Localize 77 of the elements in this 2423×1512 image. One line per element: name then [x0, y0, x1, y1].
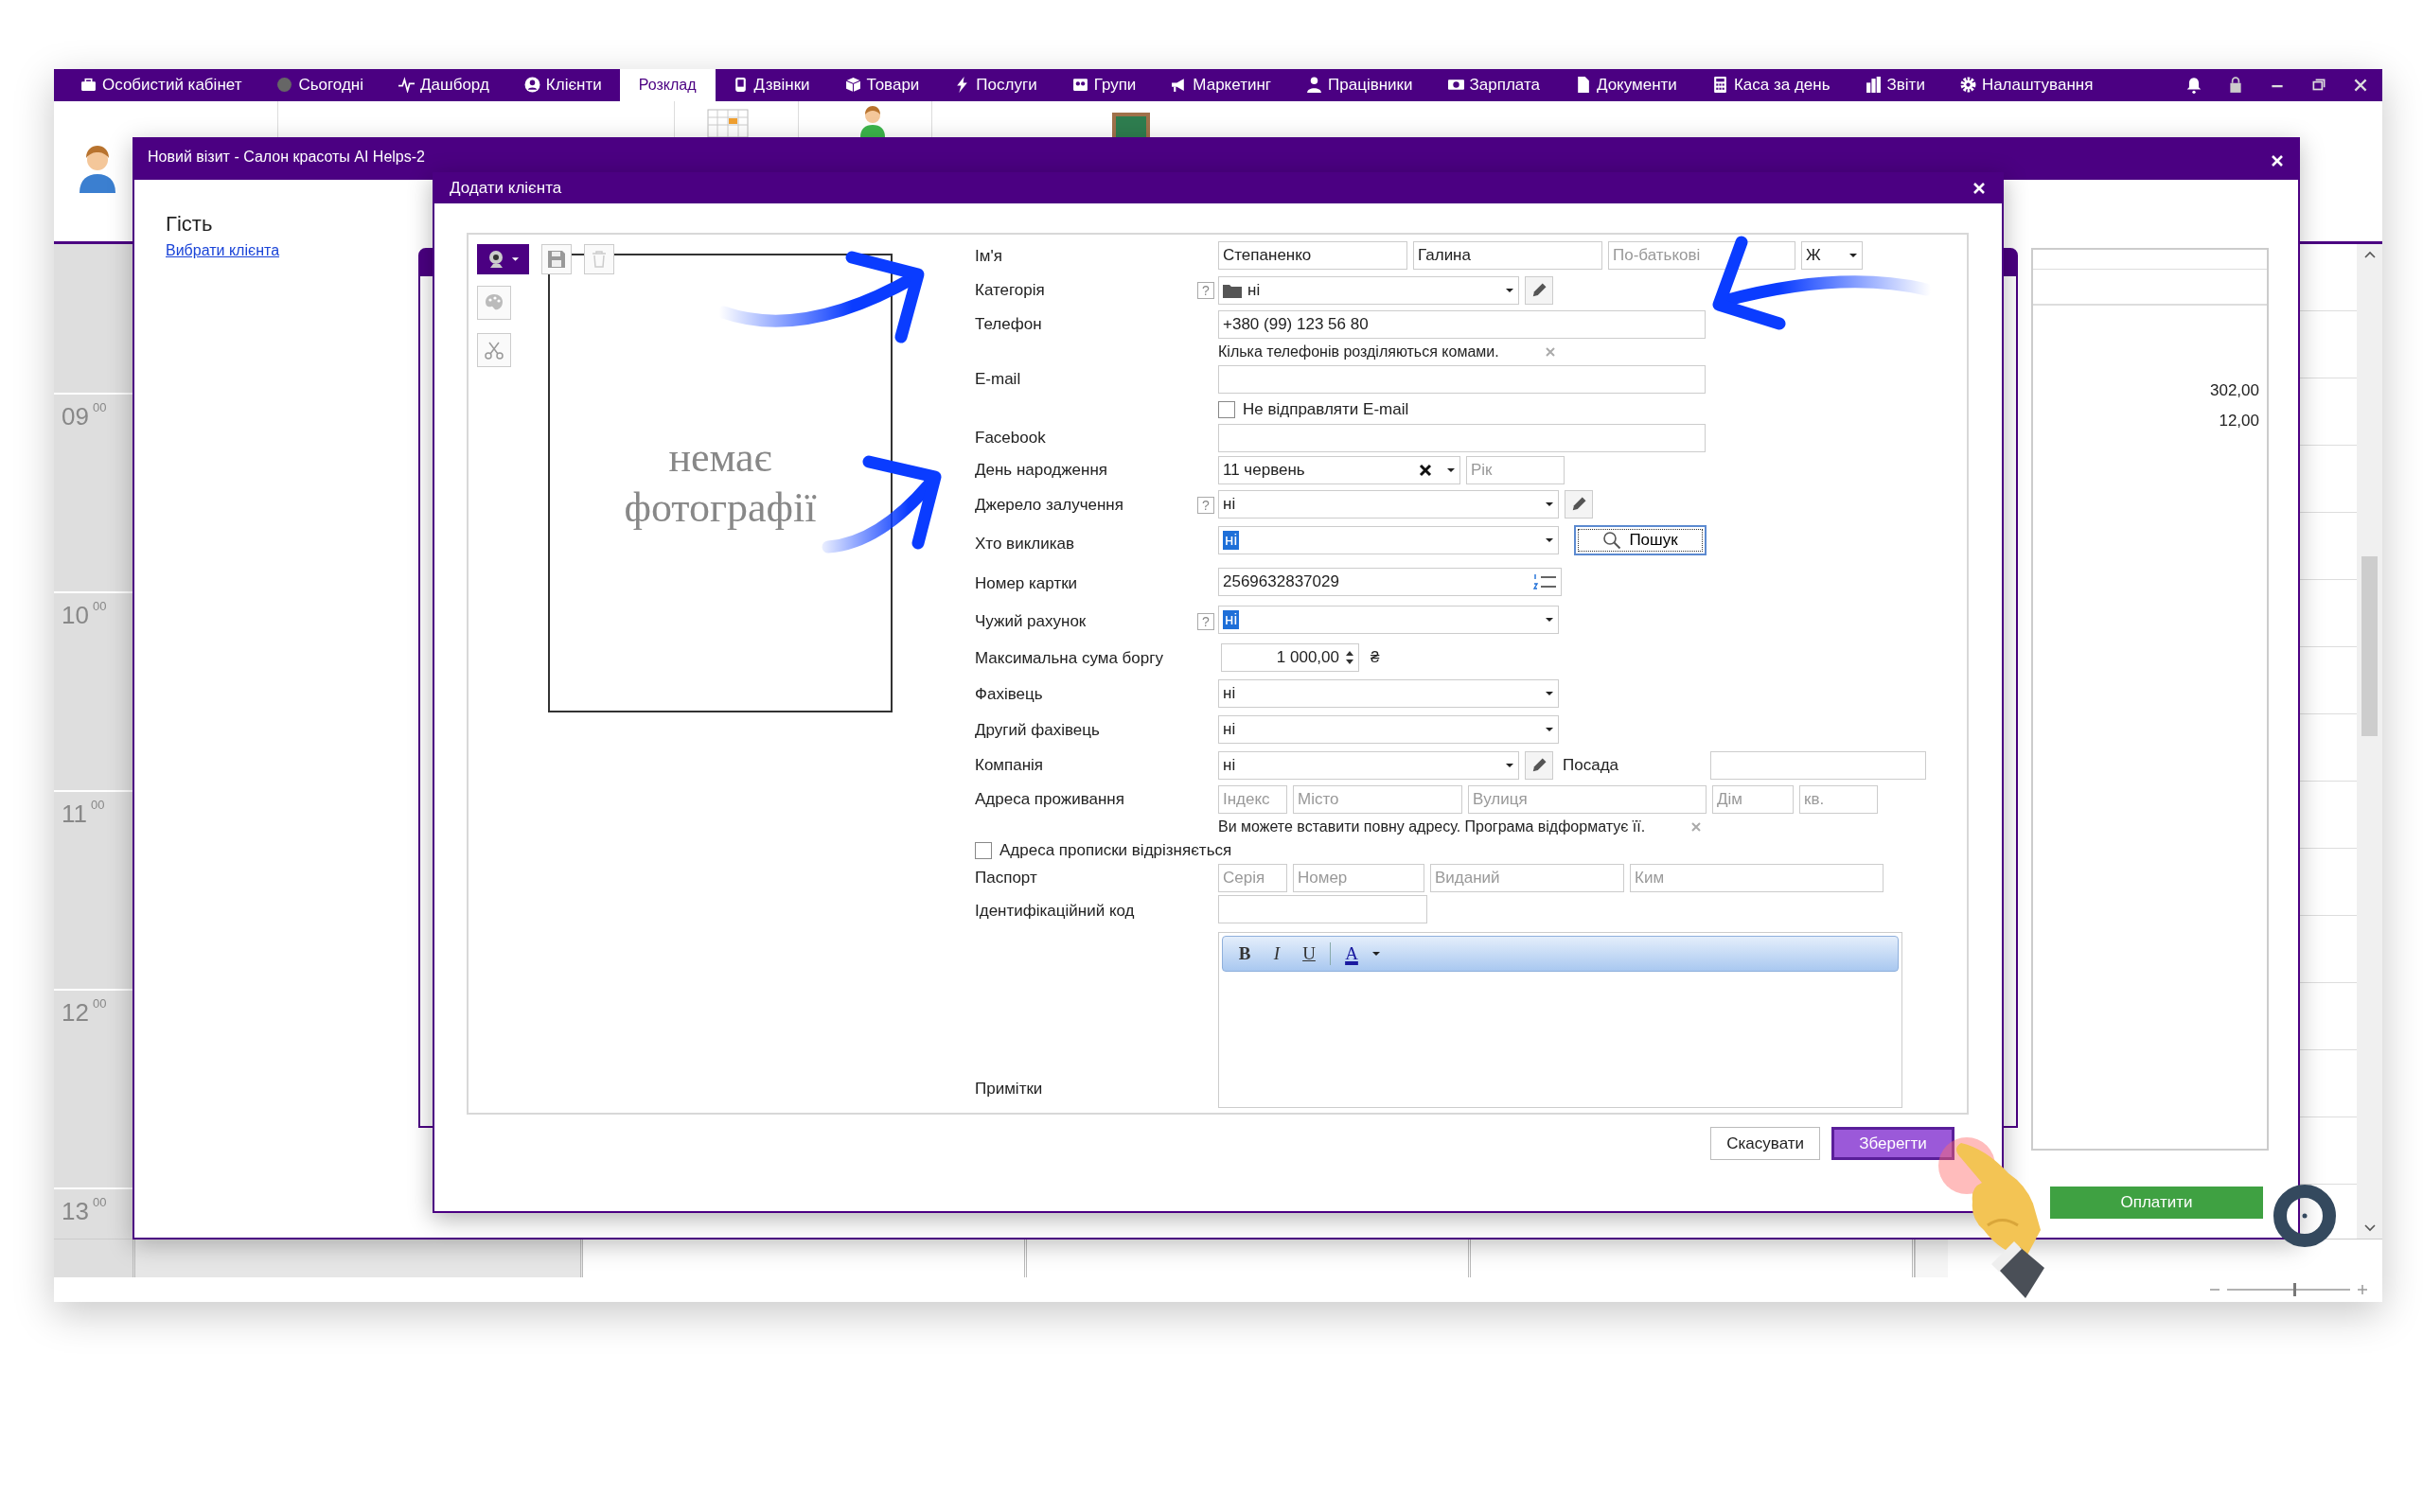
menu-tab[interactable]: Зарплата	[1430, 69, 1558, 101]
window-title: Новий візит - Салон красоты AI Helps-2	[148, 149, 425, 166]
help-button[interactable]: ?	[1197, 497, 1214, 514]
currency-text: ₴	[1371, 648, 1380, 667]
format-button[interactable]: B	[1230, 941, 1259, 967]
gender-dropdown[interactable]: Ж	[1801, 241, 1863, 270]
cancel-button[interactable]: Скасувати	[1710, 1127, 1820, 1160]
dropdown[interactable]: ні	[1218, 276, 1519, 305]
field-label: Номер картки	[975, 574, 1078, 593]
help-button[interactable]: ?	[1197, 282, 1214, 299]
dropdown[interactable]: ні	[1218, 490, 1559, 519]
input-field[interactable]: 1 000,00	[1221, 643, 1359, 672]
menu-tab[interactable]: Маркетинг	[1154, 69, 1289, 101]
field-label: Примітки	[975, 1080, 1043, 1099]
menu-tab[interactable]: Розклад	[619, 69, 716, 101]
dropdown[interactable]: ні	[1218, 751, 1519, 780]
time-label: 10$^{00}$	[62, 600, 107, 629]
choose-client-link[interactable]: Вибрати клієнта	[166, 242, 280, 259]
menu-tab[interactable]: Документи	[1557, 69, 1695, 101]
guest-label: Гість	[166, 212, 213, 237]
amount-text: 302,00	[2210, 381, 2259, 400]
menu-tab[interactable]: Дзвінки	[715, 69, 828, 101]
field-label: День народження	[975, 461, 1108, 480]
dropdown[interactable]: ні	[1218, 526, 1559, 554]
menu-tab[interactable]: Налаштування	[1942, 69, 2112, 101]
field-label: Facebook	[975, 429, 1046, 448]
menu-tab[interactable]: Каса за день	[1694, 69, 1848, 101]
field-label: Другий фахівець	[975, 721, 1100, 740]
time-label: 09$^{00}$	[62, 401, 107, 431]
input-field[interactable]: Галина	[1413, 241, 1602, 270]
input-field[interactable]: 11 червень	[1218, 456, 1460, 484]
field-label: Фахівець	[975, 685, 1043, 704]
field-label: Паспорт	[975, 869, 1037, 888]
no-photo-text: немає фотографії	[623, 432, 818, 533]
help-button[interactable]: ?	[1197, 613, 1214, 630]
time-label: 12$^{00}$	[62, 997, 107, 1027]
menu-tab[interactable]: Клієнти	[506, 69, 620, 101]
checkbox-label: Не відправляти E-mail	[1243, 400, 1409, 419]
amount-text: 12,00	[2219, 412, 2259, 431]
menu-tab[interactable]: Сьогодні	[259, 69, 382, 101]
save-button[interactable]: Зберегти	[1831, 1127, 1954, 1160]
field-label: Джерело залучення	[975, 496, 1123, 515]
field-label: E-mail	[975, 370, 1021, 389]
menu-tab[interactable]: Товари	[827, 69, 938, 101]
dialog-title: Додати клієнта	[450, 178, 562, 198]
hint-text: Кілька телефонів розділяються комами.	[1218, 343, 1499, 360]
dropdown[interactable]: ні	[1218, 715, 1559, 744]
input-field[interactable]: Степаненко	[1218, 241, 1407, 270]
dropdown[interactable]: ні	[1218, 679, 1559, 708]
field-label: Чужий рахунок	[975, 612, 1087, 631]
menu-tab[interactable]: Звіти	[1848, 69, 1943, 101]
hint-text: Ви можете вставити повну адресу. Програма відформатує її.	[1218, 818, 1646, 835]
menu-tab[interactable]: Працівники	[1289, 69, 1431, 101]
format-button[interactable]: I	[1263, 941, 1291, 967]
menu-tab[interactable]: Послуги	[937, 69, 1055, 101]
checkbox-label: Адреса прописки відрізняється	[999, 841, 1232, 860]
dropdown[interactable]: ні	[1218, 606, 1559, 634]
field-label: Категорія	[975, 281, 1045, 300]
field-label: Компанія	[975, 756, 1044, 775]
time-label: 11$^{00}$	[62, 799, 105, 828]
format-button[interactable]: A	[1337, 941, 1366, 967]
input-field[interactable]: +380 (99) 123 56 80	[1218, 310, 1706, 339]
field-label: Посада	[1563, 756, 1619, 775]
field-label: Ім'я	[975, 246, 1002, 266]
field-label: Хто викликав	[975, 535, 1074, 554]
notes-editor[interactable]: B I U A	[1218, 932, 1902, 1108]
field-label: Максимальна сума боргу	[975, 649, 1163, 668]
field-label: Адреса проживання	[975, 790, 1124, 809]
format-button[interactable]: U	[1295, 941, 1323, 967]
menu-tab[interactable]: Дашборд	[381, 69, 507, 101]
field-label: Телефон	[975, 315, 1042, 334]
field-label: Ідентифікаційний код	[975, 902, 1135, 921]
time-label: 13$^{00}$	[62, 1196, 107, 1225]
input-field[interactable]: 2569632837029	[1218, 568, 1562, 596]
menu-tab[interactable]: Особистий кабінет	[63, 69, 260, 101]
menu-tab[interactable]: Групи	[1054, 69, 1155, 101]
search-button[interactable]: Пошук	[1574, 525, 1707, 555]
